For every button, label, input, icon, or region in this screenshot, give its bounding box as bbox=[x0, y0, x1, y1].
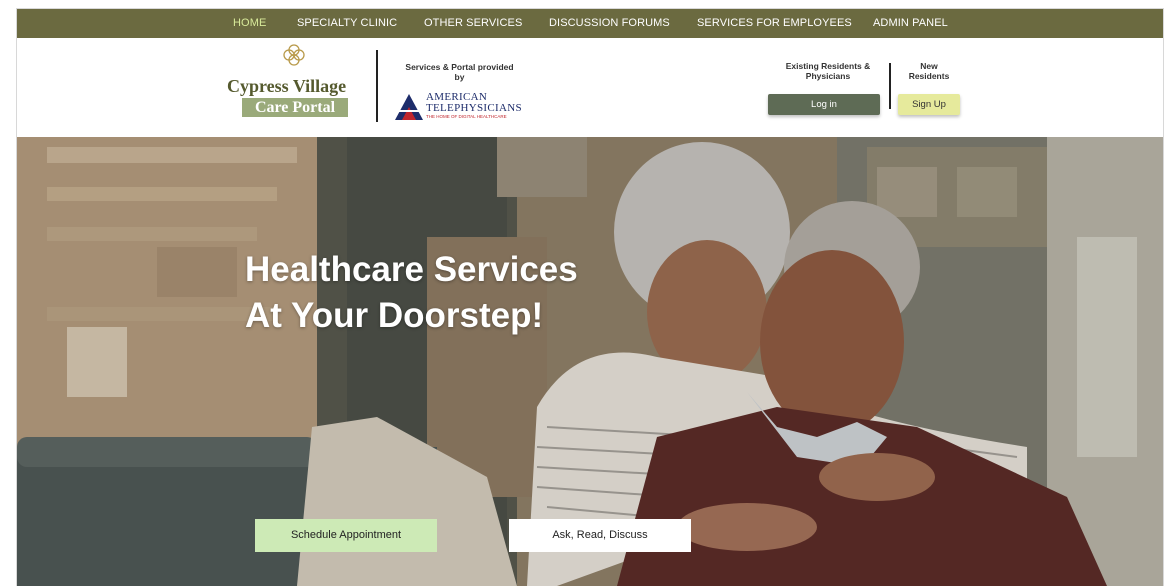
nav-services-for-employees[interactable]: SERVICES FOR EMPLOYEES bbox=[697, 17, 852, 29]
page-frame: HOME SPECIALTY CLINIC OTHER SERVICES DIS… bbox=[17, 9, 1163, 586]
top-navigation: HOME SPECIALTY CLINIC OTHER SERVICES DIS… bbox=[17, 9, 1163, 38]
nav-other-services[interactable]: OTHER SERVICES bbox=[424, 17, 522, 29]
provided-by-label: Services & Portal provided by bbox=[405, 62, 514, 82]
schedule-appointment-button[interactable]: Schedule Appointment bbox=[255, 519, 437, 552]
nav-admin-panel[interactable]: ADMIN PANEL bbox=[873, 17, 948, 29]
brand-badge[interactable]: Care Portal bbox=[242, 98, 348, 117]
hero-banner: Healthcare Services At Your Doorstep! Sc… bbox=[17, 137, 1163, 586]
new-residents-label: New Residents bbox=[908, 61, 950, 81]
hero-title: Healthcare Services At Your Doorstep! bbox=[245, 247, 578, 339]
cypress-emblem-icon bbox=[283, 44, 305, 66]
site-header: Cypress Village Care Portal Services & P… bbox=[17, 38, 1163, 137]
login-button[interactable]: Log in bbox=[768, 94, 880, 115]
partner-name-line2: TELEPHYSICIANS bbox=[426, 102, 522, 114]
existing-residents-label: Existing Residents & Physicians bbox=[785, 61, 871, 81]
hero-title-line1: Healthcare Services bbox=[245, 250, 578, 289]
hero-title-line2: At Your Doorstep! bbox=[245, 296, 544, 335]
header-divider bbox=[376, 50, 378, 122]
nav-discussion-forums[interactable]: DISCUSSION FORUMS bbox=[549, 17, 670, 29]
signup-button[interactable]: Sign Up bbox=[898, 94, 960, 115]
brand-name[interactable]: Cypress Village bbox=[227, 76, 346, 97]
partner-tagline: THE HOME OF DIGITAL HEALTHCARE bbox=[426, 114, 507, 119]
nav-specialty-clinic[interactable]: SPECIALTY CLINIC bbox=[297, 17, 397, 29]
ask-read-discuss-button[interactable]: Ask, Read, Discuss bbox=[509, 519, 691, 552]
auth-divider bbox=[889, 63, 891, 109]
nav-home[interactable]: HOME bbox=[233, 17, 266, 29]
